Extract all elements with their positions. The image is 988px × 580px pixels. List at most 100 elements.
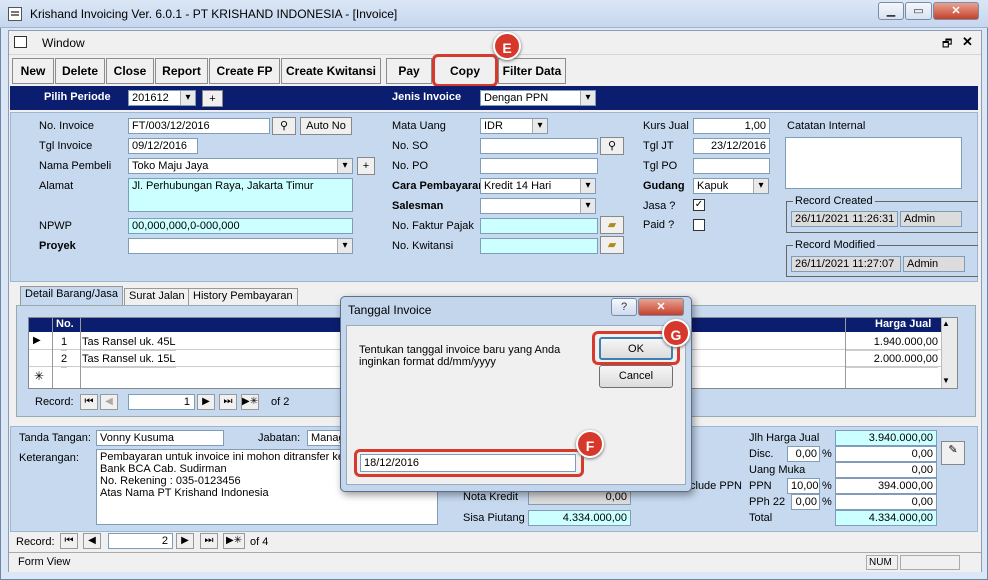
copy-button[interactable]: Copy <box>432 54 498 87</box>
form-record-input[interactable]: 2 <box>108 533 173 549</box>
scroll-up-icon[interactable]: ▲ <box>942 319 950 328</box>
tgl-po-field[interactable] <box>693 158 770 174</box>
folder-faktur-icon[interactable]: ▰ <box>600 216 624 234</box>
callout-badge-g: G <box>662 319 690 347</box>
cancel-button[interactable]: Cancel <box>599 365 673 388</box>
auto-no-button[interactable]: Auto No <box>300 117 352 135</box>
pph-pct-sign: % <box>822 496 832 508</box>
gudang-select[interactable]: Kapuk <box>693 178 769 194</box>
form-next-record-icon[interactable]: ▶ <box>176 533 194 549</box>
report-button[interactable]: Report <box>155 58 208 84</box>
tgl-jt-label: Tgl JT <box>643 140 674 152</box>
form-last-record-icon[interactable]: ⏭ <box>200 533 218 549</box>
tanda-tangan-field[interactable]: Vonny Kusuma <box>96 430 224 446</box>
kurs-jual-label: Kurs Jual <box>643 120 689 132</box>
maximize-button[interactable]: ▭ <box>905 2 932 20</box>
jlh-harga-jual-field: 3.940.000,00 <box>835 430 937 446</box>
tab-history-pembayaran[interactable]: History Pembayaran <box>188 288 298 305</box>
paid-checkbox[interactable] <box>693 219 705 231</box>
restore-child-icon[interactable]: 🗗 <box>942 35 952 54</box>
alamat-field[interactable]: Jl. Perhubungan Raya, Jakarta Timur <box>128 178 353 212</box>
no-po-label: No. PO <box>392 160 429 172</box>
record-modified-label: Record Modified <box>793 239 878 251</box>
disc-field[interactable]: 0,00 <box>835 446 937 462</box>
scroll-down-icon[interactable]: ▼ <box>942 376 950 385</box>
new-button[interactable]: New <box>12 58 54 84</box>
npwp-field[interactable]: 00,000,000,0-000,000 <box>128 218 353 234</box>
search-so-icon[interactable]: ⚲ <box>600 137 624 155</box>
no-so-field[interactable] <box>480 138 598 154</box>
first-record-icon[interactable]: ⏮ <box>80 394 98 410</box>
kurs-jual-field[interactable]: 1,00 <box>693 118 770 134</box>
minimize-button[interactable]: ▁ <box>878 2 904 20</box>
grid-record-input[interactable]: 1 <box>128 394 195 410</box>
pph-label: PPh 22 <box>749 496 786 508</box>
create-kwitansi-button[interactable]: Create Kwitansi <box>281 58 381 84</box>
row-no: 2 <box>61 352 68 368</box>
new-record-icon[interactable]: ▶✳ <box>241 394 259 410</box>
disc-pct-field[interactable]: 0,00 <box>787 446 820 462</box>
edit-note-icon[interactable]: ✎ <box>941 441 965 465</box>
record-created-label: Record Created <box>793 195 875 207</box>
tanda-tangan-label: Tanda Tangan: <box>19 432 91 444</box>
form-prev-record-icon[interactable]: ◀ <box>83 533 101 549</box>
periode-add-button[interactable]: + <box>202 90 223 107</box>
form-record-label: Record: <box>16 536 55 548</box>
nama-pembeli-label: Nama Pembeli <box>39 160 112 172</box>
close-child-icon[interactable]: ✕ <box>962 34 973 50</box>
search-invoice-icon[interactable]: ⚲ <box>272 117 296 135</box>
close-button[interactable]: Close <box>106 58 154 84</box>
nota-kredit-label: Nota Kredit <box>463 491 519 503</box>
disc-label: Disc. <box>749 448 774 460</box>
callout-badge-f: F <box>576 430 604 458</box>
folder-kwitansi-icon[interactable]: ▰ <box>600 236 624 254</box>
salesman-select[interactable] <box>480 198 596 214</box>
delete-button[interactable]: Delete <box>55 58 105 84</box>
faktur-pajak-label: No. Faktur Pajak <box>392 220 474 232</box>
no-invoice-field[interactable]: FT/003/12/2016 <box>128 118 270 134</box>
jasa-label: Jasa ? <box>643 200 676 212</box>
no-po-field[interactable] <box>480 158 598 174</box>
form-record-of: of 4 <box>250 536 269 548</box>
mata-uang-select[interactable]: IDR <box>480 118 548 134</box>
proyek-select[interactable] <box>128 238 353 254</box>
catatan-internal-label: Catatan Internal <box>787 120 866 132</box>
jasa-checkbox[interactable]: ✓ <box>693 199 705 211</box>
close-window-button[interactable]: ✕ <box>933 2 979 20</box>
form-icon <box>14 36 27 48</box>
jenis-invoice-select[interactable]: Dengan PPN <box>480 90 596 106</box>
status-num: NUM <box>866 555 898 570</box>
tab-surat-jalan[interactable]: Surat Jalan <box>124 288 190 305</box>
add-pembeli-button[interactable]: + <box>357 157 375 175</box>
last-record-icon[interactable]: ⏭ <box>219 394 237 410</box>
cara-pembayaran-select[interactable]: Kredit 14 Hari <box>480 178 596 194</box>
periode-select[interactable]: 201612 <box>128 90 196 106</box>
tgl-jt-field[interactable]: 23/12/2016 <box>693 138 770 154</box>
no-invoice-label: No. Invoice <box>39 120 95 132</box>
pph-pct-field[interactable]: 0,00 <box>791 494 820 510</box>
ppn-pct-field[interactable]: 10,00 <box>787 478 820 494</box>
tab-detail-barang[interactable]: Detail Barang/Jasa <box>20 286 123 305</box>
catatan-internal-field[interactable] <box>785 137 962 189</box>
faktur-pajak-field[interactable] <box>480 218 598 234</box>
tgl-invoice-field[interactable]: 09/12/2016 <box>128 138 198 154</box>
form-first-record-icon[interactable]: ⏮ <box>60 533 78 549</box>
uang-muka-field[interactable]: 0,00 <box>835 462 937 478</box>
create-fp-button[interactable]: Create FP <box>209 58 280 84</box>
menu-window[interactable]: Window <box>42 36 85 50</box>
next-record-icon[interactable]: ▶ <box>197 394 215 410</box>
pay-button[interactable]: Pay <box>386 58 432 84</box>
filter-data-button[interactable]: Filter Data <box>498 58 566 84</box>
dialog-close-button[interactable]: ✕ <box>638 298 684 316</box>
row-harga: 1.940.000,00 <box>846 335 938 351</box>
uang-muka-label: Uang Muka <box>749 464 806 476</box>
modified-date-field: 26/11/2021 11:27:07 <box>791 256 901 272</box>
prev-record-icon[interactable]: ◀ <box>100 394 118 410</box>
no-so-label: No. SO <box>392 140 429 152</box>
form-new-record-icon[interactable]: ▶✳ <box>223 533 245 549</box>
kwitansi-field[interactable] <box>480 238 598 254</box>
new-row-icon[interactable]: ✳ <box>34 369 44 383</box>
dialog-help-button[interactable]: ? <box>611 298 637 316</box>
nama-pembeli-select[interactable]: Toko Maju Jaya <box>128 158 353 174</box>
alamat-label: Alamat <box>39 180 74 192</box>
